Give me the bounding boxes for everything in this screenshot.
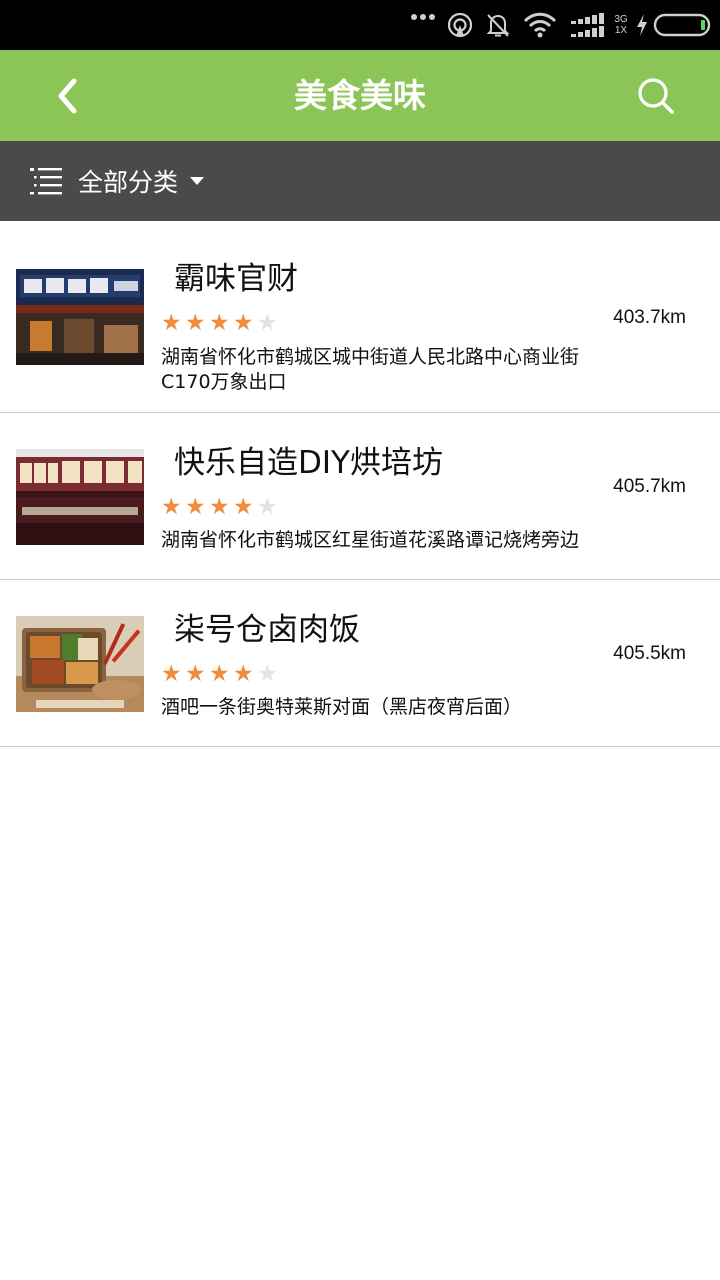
- filter-bar: 全部分类: [0, 141, 720, 221]
- star-filled-icon: ★: [233, 310, 254, 336]
- shop-name: 柒号仓卤肉饭: [174, 612, 360, 648]
- star-empty-icon: ★: [257, 494, 278, 520]
- shop-thumbnail: [16, 616, 144, 712]
- network-type-top: 3G: [614, 14, 628, 25]
- star-filled-icon: ★: [209, 494, 230, 520]
- star-filled-icon: ★: [161, 661, 182, 687]
- shop-thumbnail: [16, 449, 144, 545]
- star-rating: ★ ★ ★ ★ ★: [161, 495, 281, 519]
- shop-distance: 405.7km: [613, 476, 686, 497]
- shop-address: 湖南省怀化市鹤城区红星街道花溪路谭记烧烤旁边: [161, 529, 580, 551]
- star-filled-icon: ★: [185, 310, 206, 336]
- star-filled-icon: ★: [209, 661, 230, 687]
- star-filled-icon: ★: [185, 494, 206, 520]
- shop-address: 湖南省怀化市鹤城区城中街道人民北路中心商业街C170万象出口: [161, 346, 580, 393]
- shop-list: 霸味官财 ★ ★ ★ ★ ★ 403.7km 湖南省怀化市鹤城区城中街道人民北路…: [0, 221, 720, 747]
- star-rating: ★ ★ ★ ★ ★: [161, 311, 281, 335]
- status-bar: 3G 1X: [0, 0, 720, 50]
- shop-thumbnail: [16, 269, 144, 365]
- shop-distance: 405.5km: [613, 643, 686, 664]
- shop-name: 快乐自造DIY烘培坊: [174, 445, 443, 481]
- battery-icon: [652, 0, 712, 50]
- chevron-left-icon: [58, 78, 77, 114]
- back-button[interactable]: [40, 68, 94, 124]
- search-icon: [638, 78, 674, 114]
- star-filled-icon: ★: [161, 494, 182, 520]
- shop-address: 酒吧一条街奥特莱斯对面（黑店夜宵后面）: [161, 696, 523, 718]
- star-empty-icon: ★: [257, 310, 278, 336]
- search-button[interactable]: [628, 68, 684, 124]
- caret-down-icon: [190, 177, 205, 185]
- star-filled-icon: ★: [185, 661, 206, 687]
- star-empty-icon: ★: [257, 661, 278, 687]
- wifi-icon: [522, 0, 558, 50]
- star-rating: ★ ★ ★ ★ ★: [161, 662, 281, 686]
- star-filled-icon: ★: [161, 310, 182, 336]
- shop-distance: 403.7km: [613, 307, 686, 328]
- app-header: 美食美味: [0, 50, 720, 141]
- star-filled-icon: ★: [209, 310, 230, 336]
- category-filter-label: 全部分类: [78, 168, 179, 197]
- bell-off-icon: [484, 0, 512, 50]
- list-icon: [30, 168, 62, 195]
- charging-bolt-icon: [634, 0, 650, 50]
- more-dots-icon: [408, 0, 438, 50]
- network-type-label: 3G 1X: [612, 0, 630, 50]
- star-filled-icon: ★: [233, 661, 254, 687]
- shop-row[interactable]: 快乐自造DIY烘培坊 ★ ★ ★ ★ ★ 405.7km 湖南省怀化市鹤城区红星…: [0, 413, 720, 580]
- signal-icon: [568, 0, 608, 50]
- category-filter-button[interactable]: 全部分类: [30, 155, 205, 207]
- shop-name: 霸味官财: [174, 261, 298, 297]
- page-title: 美食美味: [294, 76, 426, 115]
- shop-row[interactable]: 霸味官财 ★ ★ ★ ★ ★ 403.7km 湖南省怀化市鹤城区城中街道人民北路…: [0, 221, 720, 413]
- network-type-bottom: 1X: [614, 25, 628, 36]
- shop-row[interactable]: 柒号仓卤肉饭 ★ ★ ★ ★ ★ 405.5km 酒吧一条街奥特莱斯对面（黑店夜…: [0, 580, 720, 747]
- star-filled-icon: ★: [233, 494, 254, 520]
- hotspot-icon: [446, 0, 474, 50]
